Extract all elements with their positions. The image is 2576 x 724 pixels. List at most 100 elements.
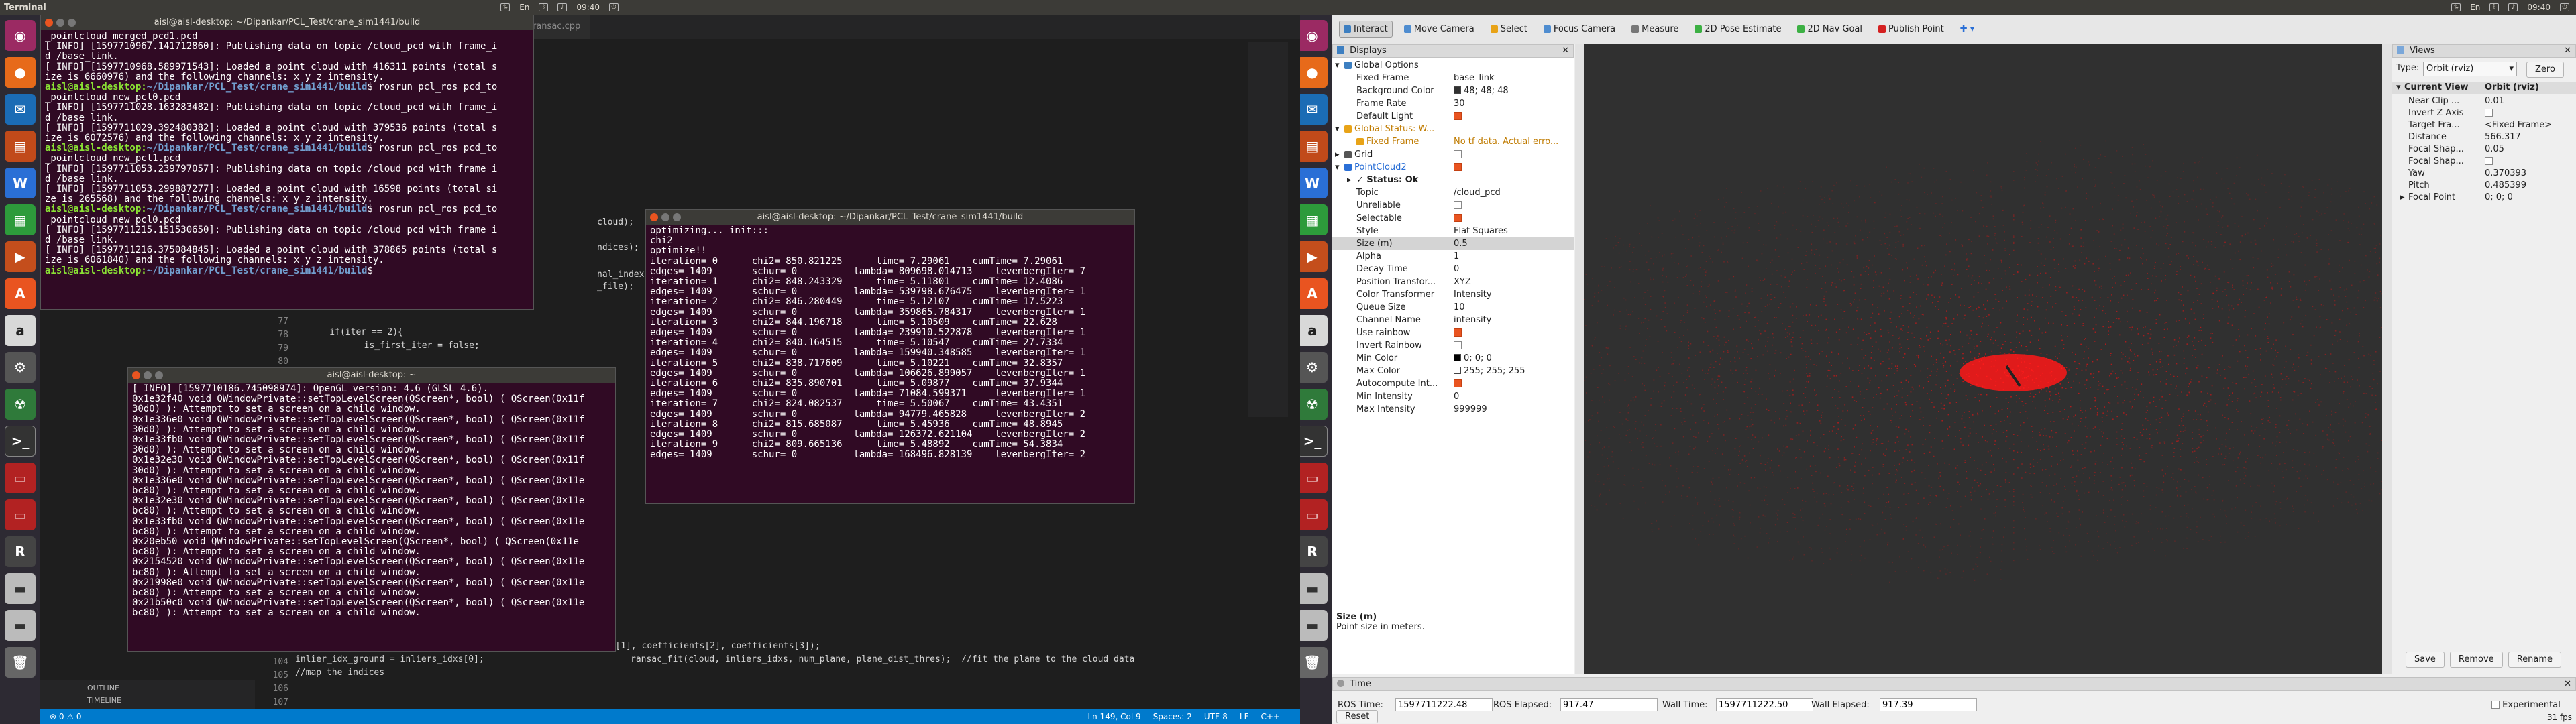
timeline-section[interactable]: TIMELINE — [87, 696, 208, 708]
property-value[interactable]: intensity — [1454, 314, 1491, 326]
problems-indicator[interactable]: ⊗ 0 ⚠ 0 — [50, 712, 82, 721]
files-icon[interactable]: ▤ — [1297, 131, 1328, 162]
status-item[interactable]: UTF-8 — [1204, 712, 1228, 721]
property-value[interactable]: base_link — [1454, 72, 1494, 84]
property-checkbox[interactable] — [1454, 200, 1462, 209]
property-row[interactable]: Queue Size 10 — [1332, 301, 1574, 314]
view-save-button[interactable]: Save — [2406, 652, 2445, 668]
view-rename-button[interactable]: Rename — [2508, 652, 2562, 668]
property-value[interactable]: 10 — [1454, 301, 1465, 314]
property-checkbox[interactable] — [1454, 213, 1462, 222]
impress-icon[interactable]: ▶ — [5, 241, 36, 272]
firefox-icon[interactable]: ● — [1297, 57, 1328, 88]
writer-icon[interactable]: W — [1297, 168, 1328, 198]
network-icon[interactable]: ⇅ — [500, 3, 511, 11]
view-property-row[interactable]: ▸ Focal Point 0; 0; 0 — [2392, 192, 2576, 204]
drive-icon[interactable]: ▬ — [5, 573, 36, 604]
maximize-icon[interactable] — [155, 371, 163, 379]
current-view-header[interactable]: ▾ Current View Orbit (rviz) — [2392, 82, 2576, 94]
trash-icon[interactable]: 🗑 — [5, 647, 36, 678]
property-row[interactable]: Min Intensity 0 — [1332, 390, 1574, 403]
property-value[interactable] — [1454, 326, 1462, 339]
tool-focus-camera[interactable]: Focus Camera — [1539, 21, 1620, 38]
terminal-titlebar[interactable]: aisl@aisl-desktop: ~/Dipankar/PCL_Test/c… — [41, 15, 533, 30]
property-row[interactable]: Position Transfor... XYZ — [1332, 276, 1574, 288]
calc-icon[interactable]: ▦ — [1297, 204, 1328, 235]
property-checkbox[interactable] — [1454, 162, 1462, 171]
wall-elapsed-input[interactable] — [1880, 698, 1977, 711]
view-property-checkbox[interactable] — [2485, 108, 2493, 117]
keyboard-lang[interactable]: En — [2470, 3, 2480, 12]
view-property-value[interactable] — [2485, 107, 2493, 119]
ubuntu-dash-icon[interactable]: ◉ — [1297, 20, 1328, 51]
property-value[interactable]: No tf data. Actual erro... — [1454, 135, 1558, 148]
files-icon[interactable]: ▤ — [5, 131, 36, 162]
tool-move-camera[interactable]: Move Camera — [1399, 21, 1479, 38]
terminal-output[interactable]: [ INFO] [1597710186.745098974]: OpenGL v… — [128, 383, 615, 620]
amazon-icon[interactable]: a — [5, 315, 36, 346]
drive-icon[interactable]: ▬ — [1297, 573, 1328, 604]
property-row[interactable]: Style Flat Squares — [1332, 225, 1574, 237]
record-icon[interactable]: ▭ — [5, 463, 36, 493]
color-swatch[interactable] — [1454, 367, 1461, 374]
view-property-row[interactable]: Distance 566.317 — [2392, 131, 2576, 143]
view-property-value[interactable]: 0.05 — [2485, 143, 2504, 156]
clock[interactable]: 09:40 — [576, 3, 600, 12]
terminal-window-build[interactable]: aisl@aisl-desktop: ~/Dipankar/PCL_Test/c… — [40, 15, 534, 310]
zero-button[interactable]: Zero — [2526, 62, 2564, 78]
view-property-row[interactable]: Focal Shap... — [2392, 156, 2576, 168]
status-item[interactable]: LF — [1240, 712, 1249, 721]
view-property-row[interactable]: Focal Shap... 0.05 — [2392, 143, 2576, 156]
property-value[interactable]: 1 — [1454, 250, 1459, 263]
property-row[interactable]: Min Color 0; 0; 0 — [1332, 352, 1574, 365]
splitter[interactable] — [1575, 44, 1584, 674]
property-row[interactable]: Autocompute Int... — [1332, 377, 1574, 390]
property-row[interactable]: Max Intensity 999999 — [1332, 403, 1574, 416]
network-icon[interactable]: ⇅ — [2451, 3, 2461, 11]
property-row[interactable]: Max Color 255; 255; 255 — [1332, 365, 1574, 377]
rviz-icon[interactable]: R — [5, 536, 36, 567]
tool-2d-pose-estimate[interactable]: 2D Pose Estimate — [1690, 21, 1786, 38]
property-row[interactable]: Frame Rate 30 — [1332, 97, 1574, 110]
terminal-icon[interactable]: >_ — [1297, 426, 1328, 457]
ubuntu-dash-icon[interactable]: ◉ — [5, 20, 36, 51]
view-property-checkbox[interactable] — [2485, 156, 2493, 165]
bluetooth-icon[interactable]: ᛒ — [2489, 3, 2500, 11]
firefox-icon[interactable]: ● — [5, 57, 36, 88]
property-row[interactable]: Fixed Frame base_link — [1332, 72, 1574, 84]
amazon-icon[interactable]: a — [1297, 315, 1328, 346]
property-value[interactable] — [1454, 161, 1462, 174]
minimize-icon[interactable] — [661, 213, 669, 221]
view-property-row[interactable]: Invert Z Axis — [2392, 107, 2576, 119]
impress-icon[interactable]: ▶ — [1297, 241, 1328, 272]
keyboard-lang[interactable]: En — [519, 3, 529, 12]
ros-elapsed-input[interactable] — [1560, 698, 1658, 711]
property-value[interactable]: 0; 0; 0 — [1454, 352, 1492, 365]
minimize-icon[interactable] — [144, 371, 152, 379]
property-row[interactable]: Fixed Frame No tf data. Actual erro... — [1332, 135, 1574, 148]
property-value[interactable]: 999999 — [1454, 403, 1487, 416]
property-row[interactable]: Alpha 1 — [1332, 250, 1574, 263]
tool-publish-point[interactable]: Publish Point — [1874, 21, 1949, 38]
thunderbird-icon[interactable]: ✉ — [5, 94, 36, 125]
view-property-value[interactable]: 0.01 — [2485, 95, 2504, 107]
maximize-icon[interactable] — [68, 19, 76, 27]
close-icon[interactable]: ✕ — [2564, 678, 2571, 690]
add-tool-icon[interactable]: ✚ ▾ — [1955, 21, 1980, 38]
property-value[interactable] — [1454, 377, 1462, 390]
property-value[interactable]: 48; 48; 48 — [1454, 84, 1509, 97]
rviz-icon[interactable]: R — [1297, 536, 1328, 567]
experimental-toggle[interactable]: Experimental — [2491, 698, 2561, 713]
property-row[interactable]: ▸ Grid — [1332, 148, 1574, 161]
property-value[interactable]: 0.5 — [1454, 237, 1468, 250]
property-checkbox[interactable] — [1454, 111, 1462, 120]
reset-button[interactable]: Reset — [1336, 710, 1379, 723]
view-property-value[interactable]: <Fixed Frame> — [2485, 119, 2552, 131]
status-item[interactable]: Spaces: 2 — [1153, 712, 1192, 721]
view-property-value[interactable] — [2485, 156, 2493, 168]
property-value[interactable] — [1454, 339, 1462, 352]
view-property-value[interactable]: 0.370393 — [2485, 168, 2526, 180]
terminal-titlebar[interactable]: aisl@aisl-desktop: ~ — [128, 368, 615, 383]
tool-interact[interactable]: Interact — [1339, 21, 1393, 38]
writer-icon[interactable]: W — [5, 168, 36, 198]
